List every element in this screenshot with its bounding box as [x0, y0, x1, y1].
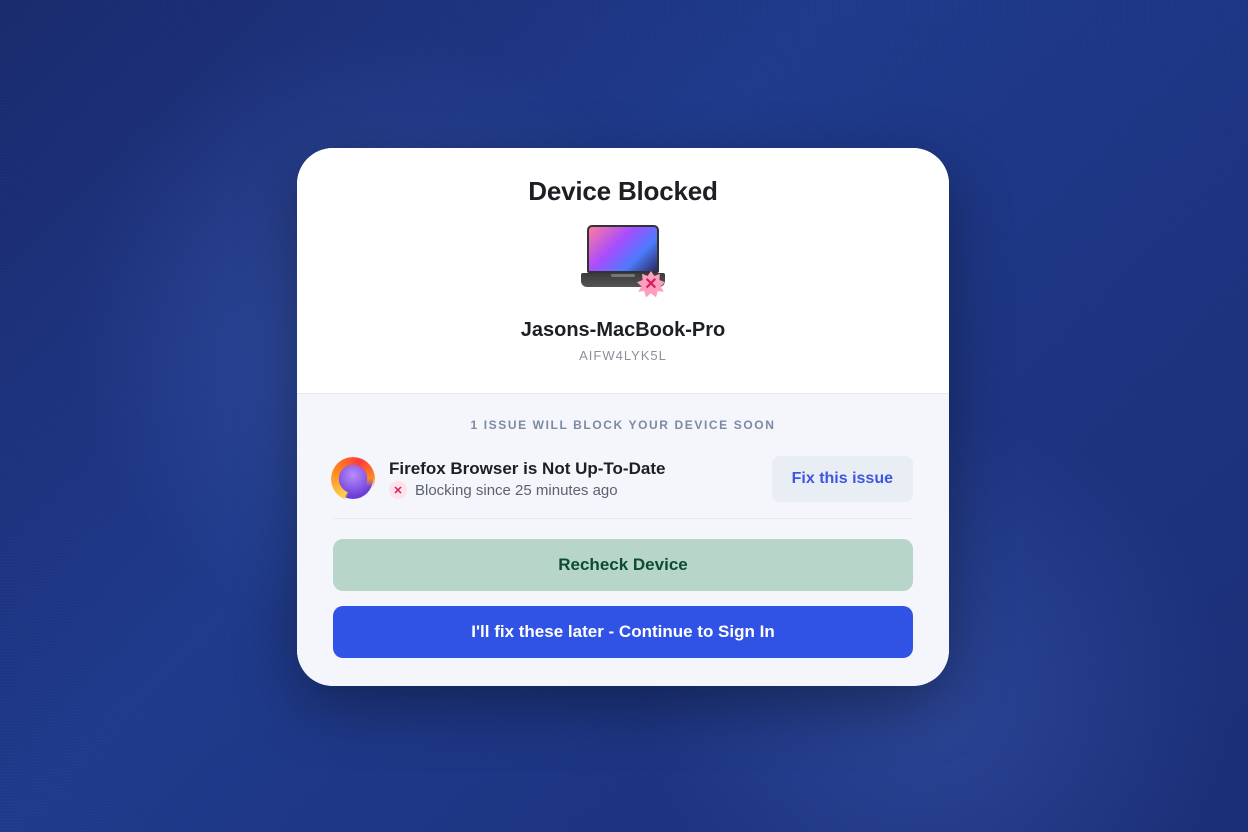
- modal-title: Device Blocked: [333, 176, 913, 207]
- issue-status: ✕ Blocking since 25 minutes ago: [389, 481, 756, 499]
- issue-status-text: Blocking since 25 minutes ago: [415, 482, 618, 499]
- device-illustration: ✕: [577, 225, 669, 297]
- issue-row: Firefox Browser is Not Up-To-Date ✕ Bloc…: [333, 450, 913, 519]
- issues-section: 1 ISSUE WILL BLOCK YOUR DEVICE SOON Fire…: [297, 393, 949, 686]
- recheck-device-button[interactable]: Recheck Device: [333, 539, 913, 591]
- device-serial: AIFW4LYK5L: [333, 348, 913, 363]
- continue-sign-in-button[interactable]: I'll fix these later - Continue to Sign …: [333, 606, 913, 658]
- issues-caption: 1 ISSUE WILL BLOCK YOUR DEVICE SOON: [333, 418, 913, 432]
- laptop-icon: [587, 225, 659, 273]
- firefox-icon: [333, 459, 373, 499]
- device-name: Jasons-MacBook-Pro: [333, 319, 913, 342]
- blocking-status-icon: ✕: [389, 481, 407, 499]
- device-blocked-modal: Device Blocked ✕ Jasons-MacBook-Pro AIFW…: [297, 148, 949, 686]
- issue-title: Firefox Browser is Not Up-To-Date: [389, 459, 756, 479]
- x-icon: ✕: [637, 271, 665, 299]
- issue-body: Firefox Browser is Not Up-To-Date ✕ Bloc…: [389, 459, 756, 499]
- modal-header: Device Blocked ✕ Jasons-MacBook-Pro AIFW…: [297, 148, 949, 393]
- blocked-badge-icon: ✕: [637, 271, 665, 299]
- fix-issue-button[interactable]: Fix this issue: [772, 456, 913, 502]
